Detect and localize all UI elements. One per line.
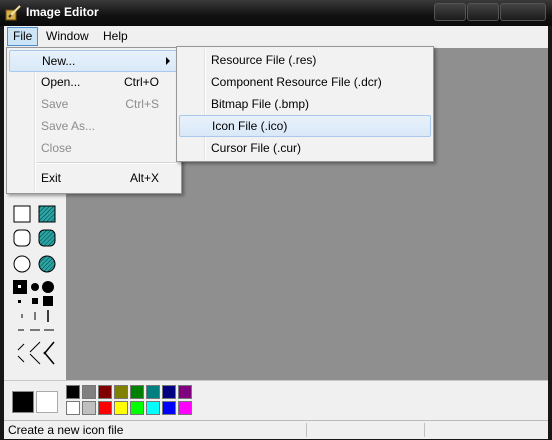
close-button[interactable] <box>500 3 546 21</box>
palette-swatch[interactable] <box>162 401 176 415</box>
palette-swatch[interactable] <box>66 385 80 399</box>
menu-item-label: Save As... <box>41 119 96 133</box>
status-divider <box>306 423 307 437</box>
menu-item-shortcut: Alt+X <box>129 171 159 185</box>
palette-swatch[interactable] <box>98 401 112 415</box>
menu-item-label: Close <box>41 141 72 155</box>
ellipse-tool-icon <box>13 255 31 273</box>
palette-swatch[interactable] <box>66 401 80 415</box>
foreground-color[interactable] <box>12 391 34 413</box>
menu-bar: File Window Help <box>4 26 548 48</box>
title-bar[interactable]: Image Editor <box>0 0 552 26</box>
menu-item-shortcut: Ctrl+O <box>123 75 159 89</box>
palette-swatch[interactable] <box>82 401 96 415</box>
menu-item-shortcut: Ctrl+S <box>125 97 159 111</box>
rectangle-tool-icon <box>13 205 31 223</box>
color-palette <box>4 380 548 421</box>
background-color[interactable] <box>36 391 58 413</box>
menu-item-exit[interactable]: Exit Alt+X <box>9 168 179 188</box>
palette-swatch[interactable] <box>146 401 160 415</box>
status-text: Create a new icon file <box>8 423 124 437</box>
menu-window[interactable]: Window <box>41 28 94 45</box>
submenu-item-component-resource-file[interactable]: Component Resource File (.dcr) <box>179 72 431 92</box>
submenu-arrow-icon <box>166 57 170 65</box>
palette-swatch[interactable] <box>146 385 160 399</box>
palette-swatch[interactable] <box>114 401 128 415</box>
maximize-button[interactable] <box>467 3 499 21</box>
app-window: Image Editor File Window Help Create a n… <box>0 0 552 440</box>
minimize-button[interactable] <box>434 3 466 21</box>
toolbox-icons <box>10 185 56 365</box>
menu-item-save: Save Ctrl+S <box>9 94 179 114</box>
palette-swatch[interactable] <box>130 385 144 399</box>
menu-item-close: Close <box>9 138 179 158</box>
submenu-item-icon-file[interactable]: Icon File (.ico) <box>179 115 431 137</box>
menu-item-new[interactable]: New... <box>9 50 179 72</box>
submenu-item-bitmap-file[interactable]: Bitmap File (.bmp) <box>179 94 431 114</box>
submenu-item-resource-file[interactable]: Resource File (.res) <box>179 50 431 70</box>
submenu-item-label: Icon File (.ico) <box>212 119 288 133</box>
new-submenu: Resource File (.res) Component Resource … <box>176 46 434 162</box>
palette-swatch[interactable] <box>98 385 112 399</box>
palette-swatch[interactable] <box>178 385 192 399</box>
submenu-item-label: Cursor File (.cur) <box>211 141 302 155</box>
filled-rectangle-tool-icon <box>38 205 56 223</box>
submenu-item-label: Component Resource File (.dcr) <box>211 75 382 89</box>
menu-item-save-as: Save As... <box>9 116 179 136</box>
app-icon <box>5 5 21 21</box>
menu-file[interactable]: File <box>7 27 39 46</box>
status-bar: Create a new icon file <box>4 420 548 439</box>
filled-rounded-rectangle-tool-icon <box>38 229 56 247</box>
menu-item-label: Open... <box>41 75 81 89</box>
palette-swatch[interactable] <box>114 385 128 399</box>
submenu-item-cursor-file[interactable]: Cursor File (.cur) <box>179 138 431 158</box>
submenu-item-label: Bitmap File (.bmp) <box>211 97 310 111</box>
menu-separator <box>37 162 177 164</box>
file-menu: New... Open... Ctrl+O Save Ctrl+S Save A… <box>6 47 182 194</box>
toolbox <box>6 185 62 380</box>
window-title: Image Editor <box>26 5 99 19</box>
menu-item-open[interactable]: Open... Ctrl+O <box>9 72 179 92</box>
palette-swatch[interactable] <box>178 401 192 415</box>
menu-help[interactable]: Help <box>98 28 133 45</box>
palette-swatch[interactable] <box>130 401 144 415</box>
menu-item-label: Exit <box>41 171 62 185</box>
menu-item-label: New... <box>42 54 76 68</box>
filled-ellipse-tool-icon <box>38 255 56 273</box>
menu-item-label: Save <box>41 97 69 111</box>
palette-swatch[interactable] <box>82 385 96 399</box>
status-divider <box>424 423 425 437</box>
palette-swatch[interactable] <box>162 385 176 399</box>
rounded-rectangle-tool-icon <box>13 229 31 247</box>
submenu-item-label: Resource File (.res) <box>211 53 317 67</box>
